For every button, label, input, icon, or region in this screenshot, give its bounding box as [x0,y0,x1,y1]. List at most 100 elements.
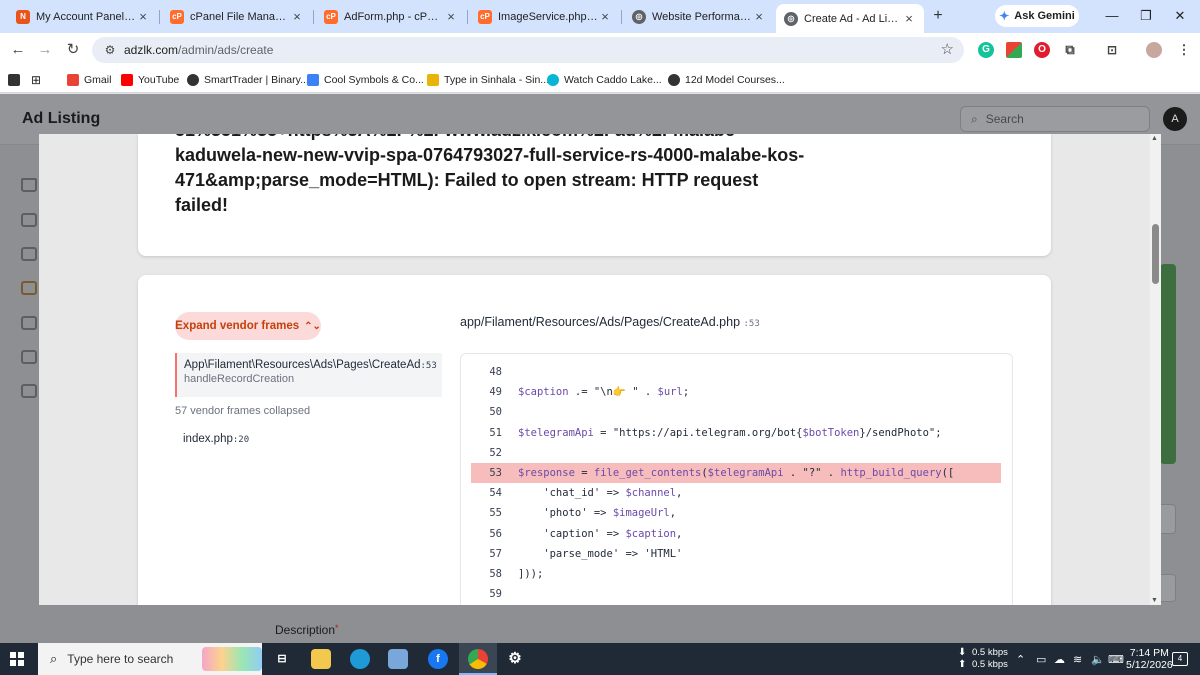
profile-avatar-icon[interactable] [1146,42,1162,58]
apps-grid-icon[interactable]: ⊞ [31,72,41,88]
browser-tab[interactable]: cP cPanel File Manager v3 × [162,4,312,29]
user-avatar[interactable]: A [1163,107,1187,131]
stack-icon[interactable] [21,316,37,330]
back-arrow-icon[interactable]: ← [8,40,28,60]
download-arrow-icon: ⬇ [958,647,967,658]
tab-separator [313,10,314,24]
forward-arrow-icon[interactable]: → [35,40,55,60]
clock-time: 7:14 PM [1129,647,1169,659]
stack-icon[interactable] [21,213,37,227]
extensions-puzzle-icon[interactable]: ⧉ [1062,42,1078,58]
close-icon[interactable]: × [444,9,458,24]
code-line: 50 [471,402,1001,422]
bookmark-caddo-lake[interactable]: Watch Caddo Lake... [547,72,662,88]
bookmark-cool-symbols[interactable]: Cool Symbols & Co... [307,72,424,88]
device-icon[interactable]: ▭ [1036,653,1046,666]
browser-tab[interactable]: N My Account Panel - Nam × [8,4,158,29]
scroll-down-icon[interactable]: ▼ [1151,597,1158,604]
scroll-up-icon[interactable]: ▲ [1151,135,1158,142]
bookmark-smarttrader[interactable]: SmartTrader | Binary... [187,72,309,88]
stack-icon[interactable] [21,350,37,364]
modal-scrollbar[interactable]: ▲ ▼ [1150,134,1161,605]
code-line: 48 [471,362,1001,382]
close-icon[interactable]: × [752,9,766,24]
gemini-label: Ask Gemini [1014,10,1075,22]
file-explorer-icon[interactable] [311,649,331,669]
scrollbar-thumb[interactable] [1152,224,1159,284]
stack-icon[interactable] [21,247,37,261]
chevron-up-icon[interactable]: ⌃ [1016,653,1025,666]
globe-icon [668,74,680,86]
home-icon[interactable] [21,178,37,192]
bookmark-gmail[interactable]: Gmail [67,72,111,88]
chrome-menu-icon[interactable]: ⋮ [1176,42,1192,58]
site-settings-icon[interactable]: ⚙ [100,43,120,57]
code-text: 'caption' => $caption, [518,527,683,540]
vendor-frames-collapsed[interactable]: 57 vendor frames collapsed [175,405,310,417]
facebook-icon[interactable]: f [428,649,448,669]
ask-gemini-button[interactable]: ✦ Ask Gemini [995,5,1079,27]
code-text: 'photo' => $imageUrl, [518,507,677,520]
tab-separator [621,10,622,24]
chevron-up-down-icon: ⌃⌄ [304,320,321,332]
app-brand[interactable]: Ad Listing [22,110,100,128]
opera-extension-icon[interactable]: O [1034,42,1050,58]
expand-vendor-frames-label: Expand vendor frames [175,320,300,332]
address-bar[interactable]: ⚙ adzlk.com/admin/ads/create ☆ [92,37,964,63]
code-text: ])); [518,568,544,580]
stack-frame-active[interactable]: App\Filament\Resources\Ads\Pages\CreateA… [175,353,442,397]
line-number: 48 [489,366,502,378]
stack-icon[interactable] [21,384,37,398]
expand-vendor-frames-button[interactable]: Expand vendor frames ⌃⌄ [175,312,321,340]
stack-frame-index[interactable]: index.php:20 [183,433,249,445]
restore-icon[interactable]: ❐ [1136,6,1156,26]
sinhala-icon [427,74,439,86]
windows-start-icon[interactable] [10,652,24,666]
bookmark-star-icon[interactable]: ☆ [941,40,954,58]
code-text: 'parse_mode' => 'HTML' [518,547,683,560]
global-search[interactable]: ⌕ Search [960,106,1150,132]
new-tab-button[interactable]: + [929,7,947,25]
stack-icon[interactable] [21,281,37,295]
search-icon: ⌕ [50,651,58,666]
ime-icon[interactable]: ⌨ [1108,653,1124,666]
multicolor-extension-icon[interactable] [1006,42,1022,58]
error-modal: 51%351%35+https%3A%2F%2Fwww.adzlk.com%2F… [39,134,1161,605]
app-icon[interactable] [388,649,408,669]
task-view-icon[interactable]: ⊟ [272,649,292,669]
close-icon[interactable]: × [902,11,916,26]
browser-tab[interactable]: ◎ Website Performance A × [624,4,774,29]
reading-list-icon[interactable] [8,72,25,88]
line-number: 49 [489,386,502,399]
checkmark-icon [307,74,319,86]
system-clock[interactable]: 7:14 PM 5/12/2026 [1126,647,1173,671]
line-number: 59 [489,588,502,601]
cloud-icon[interactable]: ☁ [1054,653,1065,666]
minimize-icon[interactable]: — [1102,6,1122,26]
bookmark-12d-model[interactable]: 12d Model Courses... [668,72,785,88]
taskbar-search[interactable]: ⌕ Type here to search [38,643,262,675]
bookmark-youtube[interactable]: YouTube [121,72,179,88]
grammarly-extension-icon[interactable]: G [978,42,994,58]
close-icon[interactable]: × [598,9,612,24]
code-text: $caption .= "\n👉 " . $url; [518,386,690,399]
browser-tab[interactable]: cP ImageService.php - cPa × [470,4,620,29]
notification-icon[interactable]: 4 [1172,652,1188,666]
close-window-icon[interactable]: ✕ [1170,6,1190,26]
globe-icon: ◎ [632,9,646,24]
browser-tab-active[interactable]: ◎ Create Ad - Ad Listing × [776,4,924,33]
chrome-icon[interactable] [468,649,488,669]
reload-icon[interactable]: ↻ [63,40,83,60]
tab-label: ImageService.php - cPa [498,10,598,23]
volume-icon[interactable]: 🔈 [1091,653,1105,666]
browser-tab[interactable]: cP AdForm.php - cPanel Fil × [316,4,466,29]
close-icon[interactable]: × [136,9,150,24]
wifi-icon[interactable]: ≋ [1073,653,1082,666]
description-label: Description* [275,623,339,637]
frame-file: index.php [183,433,233,445]
settings-gear-icon[interactable]: ⚙ [505,649,525,669]
bookmark-type-in-sinhala[interactable]: Type in Sinhala - Sin... [427,72,549,88]
close-icon[interactable]: × [290,9,304,24]
tab-search-icon[interactable]: ⊡ [1104,42,1120,58]
edge-icon[interactable] [350,649,370,669]
